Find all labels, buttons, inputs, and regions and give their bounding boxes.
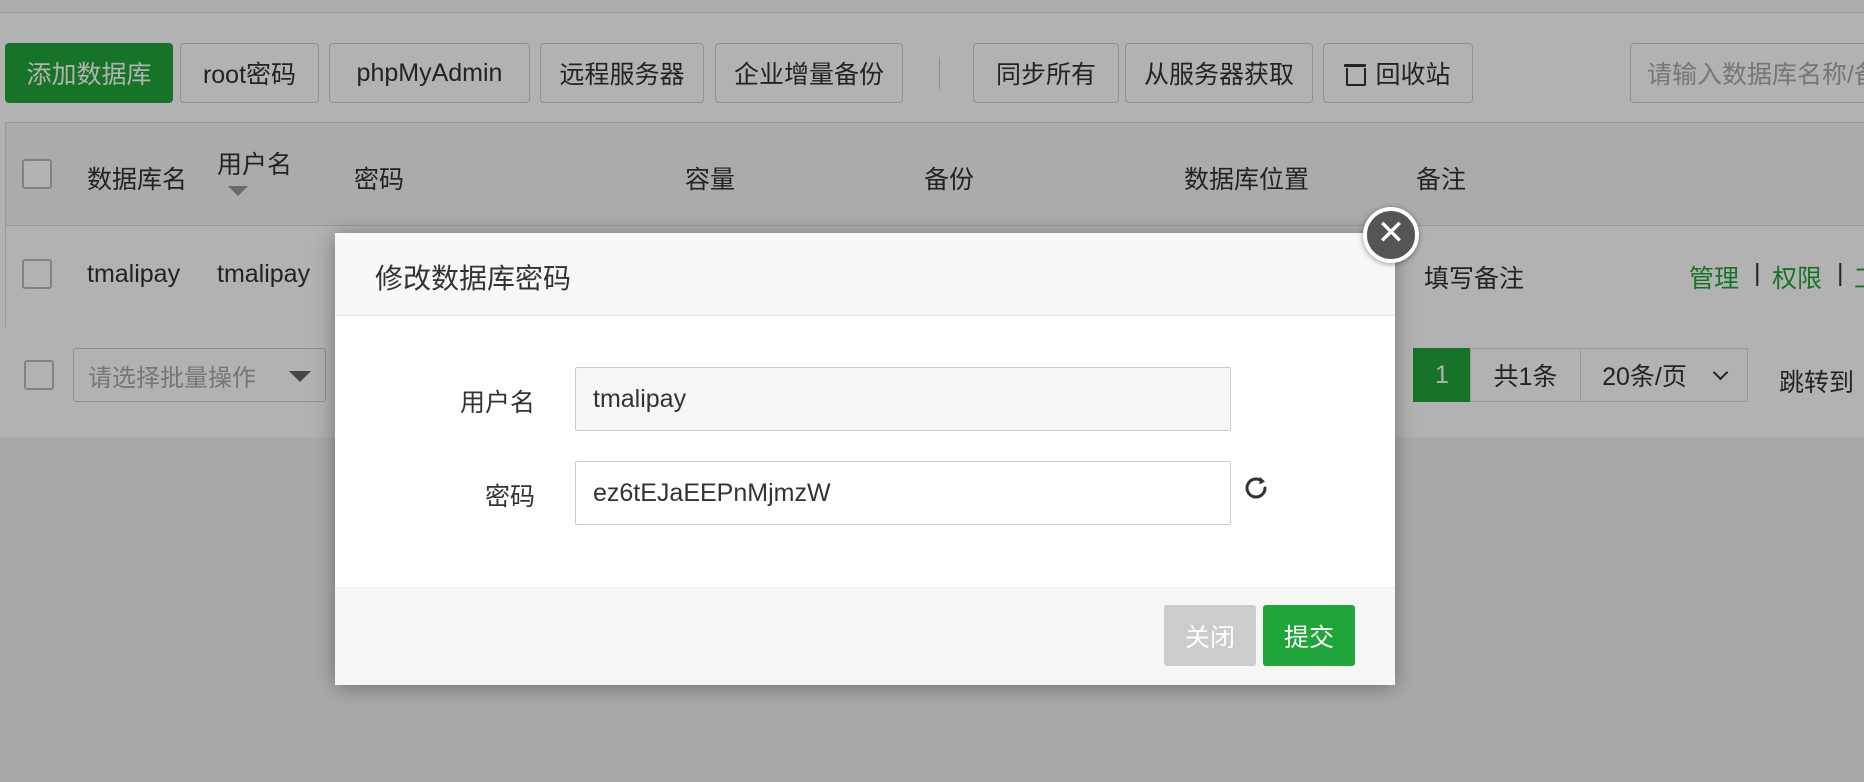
dialog-header: 修改数据库密码: [335, 233, 1395, 316]
dialog-footer: 关闭 提交: [335, 587, 1395, 685]
password-label: 密码: [484, 483, 535, 511]
refresh-icon[interactable]: [1242, 474, 1270, 502]
username-label: 用户名: [459, 389, 535, 417]
username-field[interactable]: tmalipay: [575, 367, 1231, 431]
close-button[interactable]: 关闭: [1164, 605, 1256, 666]
password-field[interactable]: ez6tEJaEEPnMjmzW: [575, 461, 1231, 525]
dialog-title: 修改数据库密码: [375, 263, 572, 294]
close-icon[interactable]: ✕: [1363, 207, 1419, 263]
change-password-dialog: 修改数据库密码 用户名 tmalipay 密码 ez6tEJaEEPnMjmzW…: [335, 233, 1395, 685]
submit-button[interactable]: 提交: [1263, 605, 1355, 666]
